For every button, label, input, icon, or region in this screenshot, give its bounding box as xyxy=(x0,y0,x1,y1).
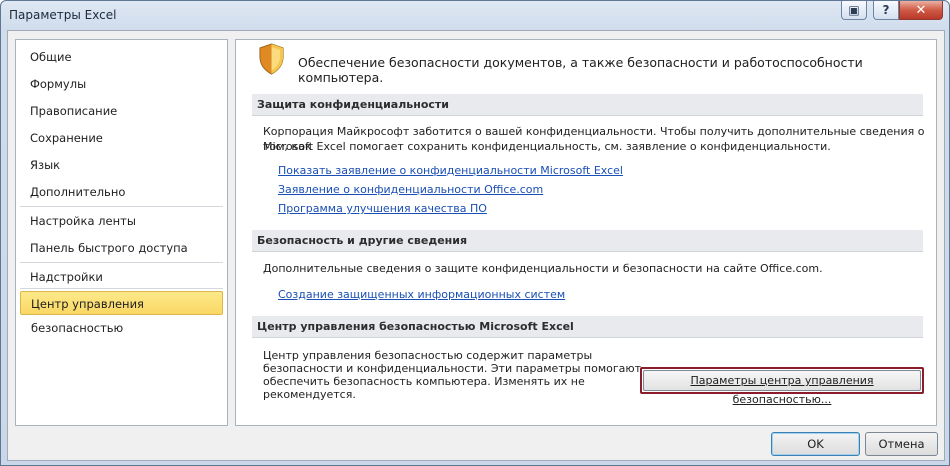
close-icon[interactable]: ✕ xyxy=(899,1,943,20)
nav-item-trust-center[interactable]: Центр управления безопасностью xyxy=(20,291,223,335)
nav-item-language[interactable]: Язык xyxy=(20,153,223,177)
nav-item-proofing[interactable]: Правописание xyxy=(20,99,223,123)
section-header-trust-center: Центр управления безопасностью Microsoft… xyxy=(252,316,923,338)
link-trustworthy-computing[interactable]: Создание защищенных информационных систе… xyxy=(278,288,565,301)
trust-center-description-line: рекомендуется. xyxy=(263,388,356,401)
nav-item-advanced[interactable]: Дополнительно xyxy=(20,180,223,204)
nav-item-general[interactable]: Общие xyxy=(20,45,223,69)
help-icon[interactable]: ? xyxy=(873,1,899,20)
nav-divider xyxy=(20,206,223,207)
nav-item-quick-access-toolbar[interactable]: Панель быстрого доступа xyxy=(20,236,223,260)
security-description-line: Дополнительные сведения о защите конфиде… xyxy=(263,262,823,275)
restore-icon[interactable]: ▣ xyxy=(841,1,867,20)
link-customer-experience-program[interactable]: Программа улучшения качества ПО xyxy=(278,202,487,215)
cancel-button[interactable]: Отмена xyxy=(865,432,938,456)
trust-center-settings-label: Параметры центра управления безопасность… xyxy=(643,370,921,406)
nav-item-addins[interactable]: Надстройки xyxy=(20,265,223,289)
excel-options-dialog: Параметры Excel ▣ ? ✕ Общие Формулы Прав… xyxy=(0,0,950,466)
nav-item-customize-ribbon[interactable]: Настройка ленты xyxy=(20,209,223,233)
privacy-description-line: Microsoft Excel помогает сохранить конфи… xyxy=(263,140,831,153)
page-title: Обеспечение безопасности документов, а т… xyxy=(298,55,863,85)
section-header-security: Безопасность и другие сведения xyxy=(252,230,923,252)
trust-center-settings-button[interactable]: Параметры центра управления безопасность… xyxy=(640,367,924,406)
trust-center-panel: Обеспечение безопасности документов, а т… xyxy=(235,39,937,426)
dialog-client-area: Общие Формулы Правописание Сохранение Яз… xyxy=(7,30,945,461)
category-nav: Общие Формулы Правописание Сохранение Яз… xyxy=(15,39,228,426)
window-title: Параметры Excel xyxy=(9,8,117,22)
shield-icon xyxy=(259,43,284,75)
nav-divider xyxy=(20,262,223,263)
title-bar-controls: ▣ ? ✕ xyxy=(841,1,943,22)
link-office-privacy-statement[interactable]: Заявление о конфиденциальности Office.co… xyxy=(278,183,543,196)
ok-button[interactable]: OK xyxy=(771,432,860,456)
section-header-privacy: Защита конфиденциальности xyxy=(252,94,923,116)
nav-item-formulas[interactable]: Формулы xyxy=(20,72,223,96)
nav-divider xyxy=(20,288,223,289)
link-excel-privacy-statement[interactable]: Показать заявление о конфиденциальности … xyxy=(278,164,623,177)
nav-item-save[interactable]: Сохранение xyxy=(20,126,223,150)
